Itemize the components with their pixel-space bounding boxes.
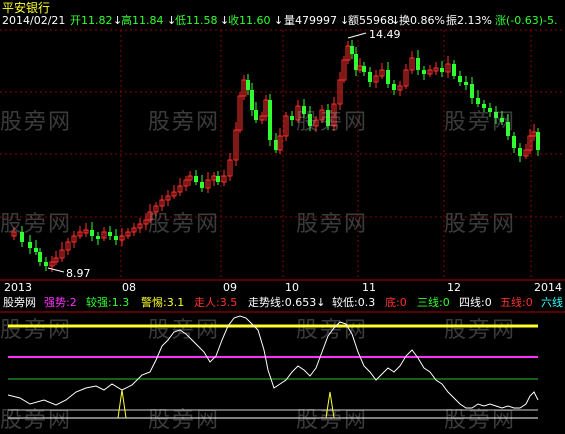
x-axis: 2013 08 09 10 11 12 2014 — [0, 281, 565, 295]
candle-body — [90, 230, 94, 236]
candle-body — [512, 136, 516, 148]
candle-body — [350, 46, 354, 54]
candle-body — [268, 100, 272, 140]
watermark: 股旁网 — [0, 212, 73, 237]
candle-body — [108, 232, 112, 236]
candle-body — [536, 132, 540, 150]
candlestick-chart[interactable]: 14.49 8.97 — [0, 0, 565, 282]
signal-spike — [117, 389, 127, 419]
candle-body — [114, 236, 118, 240]
candle-body — [458, 76, 462, 82]
x-label: 2013 — [4, 281, 32, 294]
x-label: 11 — [362, 281, 376, 294]
candle-body — [440, 68, 444, 72]
watermark: 股旁网 — [444, 212, 517, 237]
candle-body — [38, 252, 42, 262]
x-label: 12 — [447, 281, 461, 294]
candle-body — [246, 80, 250, 90]
indicator-chart[interactable] — [0, 294, 565, 426]
candle-body — [470, 84, 474, 98]
candle-body — [28, 242, 32, 248]
low-mark-label: 8.97 — [66, 267, 91, 280]
candle-body — [96, 236, 100, 239]
candle-body — [44, 262, 48, 266]
candle-body — [200, 182, 204, 188]
candle-body — [392, 84, 396, 90]
x-label: 08 — [122, 281, 136, 294]
candle-body — [452, 64, 456, 76]
watermark: 股旁网 — [0, 110, 73, 135]
candle-body — [354, 54, 358, 70]
high-mark-label: 14.49 — [369, 28, 401, 41]
watermark: 股旁网 — [444, 110, 517, 135]
x-label: 2014 — [534, 281, 562, 294]
candle-body — [250, 90, 254, 110]
candle-body — [362, 66, 366, 72]
candle-body — [518, 148, 522, 156]
low-mark-pointer — [47, 267, 65, 273]
watermark: 股旁网 — [296, 110, 369, 135]
candle-body — [416, 58, 420, 70]
candle-body — [254, 110, 258, 120]
candle-body — [290, 116, 294, 120]
x-label: 10 — [285, 281, 299, 294]
candle-body — [274, 140, 278, 150]
candle-body — [216, 176, 220, 182]
candle-body — [194, 176, 198, 182]
candle-body — [34, 248, 38, 252]
watermark: 股旁网 — [148, 212, 221, 237]
watermark: 股旁网 — [148, 110, 221, 135]
high-mark-pointer — [347, 32, 367, 39]
watermark: 股旁网 — [296, 212, 369, 237]
trend-line — [7, 315, 539, 409]
candle-body — [368, 72, 372, 82]
x-label: 09 — [223, 281, 237, 294]
candle-body — [386, 70, 390, 84]
candle-body — [464, 82, 468, 85]
signal-spike — [325, 391, 335, 419]
candle-body — [422, 70, 426, 74]
